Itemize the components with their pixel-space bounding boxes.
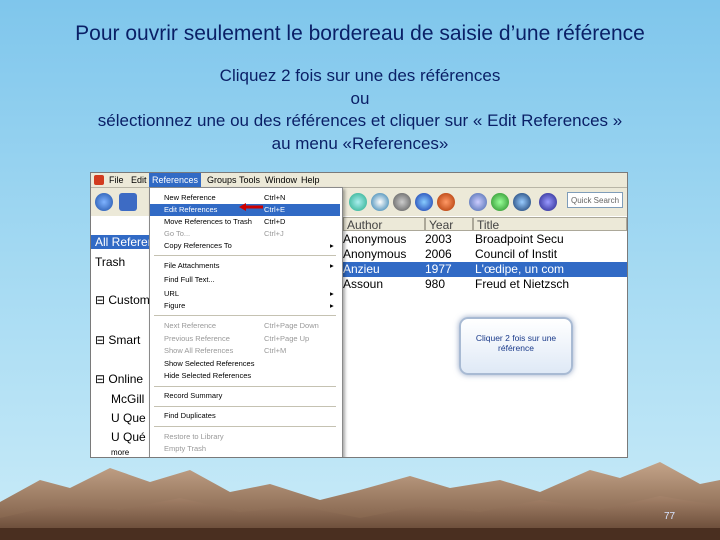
menu-separator (154, 315, 336, 316)
toolbar-icon[interactable] (491, 193, 509, 211)
menubar: File Edit References Groups Tools Window… (91, 173, 627, 188)
menu-item-file-attachments[interactable]: File Attachments ▸ (150, 260, 340, 272)
slide-title: Pour ouvrir seulement le bordereau de sa… (75, 22, 645, 45)
toolbar-icon[interactable] (469, 193, 487, 211)
red-arrow-icon (239, 203, 263, 211)
globe-icon[interactable] (95, 193, 113, 211)
search-input[interactable]: Quick Search (567, 192, 623, 208)
menu-separator (154, 386, 336, 387)
column-header-year[interactable]: Year (425, 217, 473, 231)
menu-item-show-selected-references[interactable]: Show Selected References (150, 358, 340, 370)
left-pane-smart[interactable]: ⊟ Smart (95, 333, 140, 347)
references-table: Author Year Title Anonymous 2003 Broadpo… (329, 217, 627, 457)
menu-item-previous-reference[interactable]: Previous Reference Ctrl+Page Up (150, 333, 340, 345)
menu-help[interactable]: Help (301, 175, 320, 185)
toolbar-icon[interactable] (371, 193, 389, 211)
callout-bubble: Cliquer 2 fois sur une référence (459, 317, 573, 375)
left-pane-all-references[interactable]: All References (91, 235, 173, 249)
left-pane-custom[interactable]: ⊟ Custom (95, 293, 150, 307)
menu-tools[interactable]: Tools (239, 175, 260, 185)
menu-separator (154, 255, 336, 256)
left-pane-online[interactable]: ⊟ Online (95, 372, 143, 386)
menu-edit[interactable]: Edit (131, 175, 147, 185)
help-icon[interactable] (513, 193, 531, 211)
menu-references[interactable]: References (149, 173, 202, 187)
menu-separator (154, 406, 336, 407)
instruction-line-2: ou (350, 89, 370, 108)
menu-item-hide-selected-references[interactable]: Hide Selected References (150, 370, 340, 382)
toolbar-icon[interactable] (437, 193, 455, 211)
book-icon[interactable] (119, 193, 137, 211)
left-pane: All References Trash ⊟ Custom ⊟ Smart ⊟ … (91, 217, 173, 457)
app-logo-icon (94, 175, 104, 185)
menu-item-find-duplicates[interactable]: Find Duplicates (150, 410, 340, 422)
menu-item-show-all-references[interactable]: Show All References Ctrl+M (150, 345, 340, 357)
column-header-title[interactable]: Title (473, 217, 627, 231)
instruction-line-3: sélectionnez une ou des références et cl… (97, 111, 623, 130)
menu-item-find-full-text[interactable]: Find Full Text... (150, 274, 340, 286)
back-arrow-icon[interactable] (415, 193, 433, 211)
menu-item-copy-references-to[interactable]: Copy References To ▸ (150, 240, 340, 252)
left-pane-trash[interactable]: Trash (95, 255, 125, 269)
toolbar-icon[interactable] (393, 193, 411, 211)
left-pane-mcgill[interactable]: McGill (111, 392, 144, 406)
table-row[interactable]: Anonymous 2003 Broadpoint Secu (329, 232, 627, 247)
word-icon[interactable] (539, 193, 557, 211)
menu-item-next-reference[interactable]: Next Reference Ctrl+Page Down (150, 320, 340, 332)
menu-item-record-summary[interactable]: Record Summary (150, 390, 340, 402)
menu-item-go-to[interactable]: Go To... Ctrl+J (150, 228, 340, 240)
menu-window[interactable]: Window (265, 175, 297, 185)
toolbar-icon[interactable] (349, 193, 367, 211)
references-menu: New Reference Ctrl+N Edit References Ctrl+… (149, 187, 343, 457)
table-row[interactable]: Assoun 980 Freud et Nietzsch (329, 277, 627, 292)
menu-separator (154, 426, 336, 427)
menu-groups[interactable]: Groups (207, 175, 237, 185)
table-row[interactable]: Anonymous 2006 Council of Instit (329, 247, 627, 262)
mountains-illustration (0, 462, 720, 540)
page-number: 77 (664, 511, 676, 522)
left-pane-uque[interactable]: U Que (111, 411, 146, 425)
menu-item-figure[interactable]: Figure ▸ (150, 300, 340, 312)
instruction-line-4: au menu «References» (271, 134, 449, 153)
table-row[interactable]: Anzieu 1977 L'œdipe, un com (329, 262, 627, 277)
menu-file[interactable]: File (109, 175, 124, 185)
app-screenshot: File Edit References Groups Tools Window… (90, 172, 628, 458)
instruction-line-1: Cliquez 2 fois sur une des références (219, 66, 501, 85)
menu-item-move-to-trash[interactable]: Move References to Trash Ctrl+D (150, 216, 340, 228)
menu-item-url[interactable]: URL ▸ (150, 288, 340, 300)
column-header-author[interactable]: Author (343, 217, 425, 231)
